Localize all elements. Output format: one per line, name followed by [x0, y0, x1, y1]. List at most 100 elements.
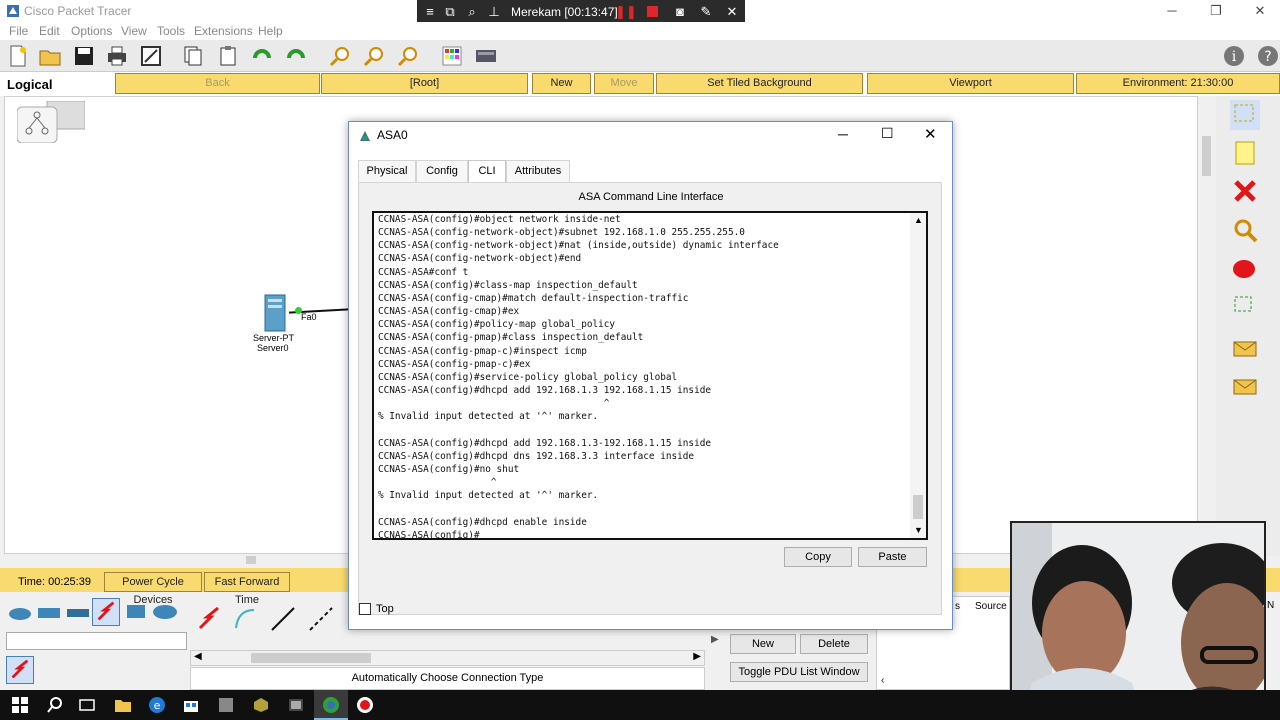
cluster-icon[interactable]	[17, 101, 85, 143]
dialog-close-button[interactable]: ✕	[924, 125, 937, 143]
camera-icon[interactable]: ◙	[671, 3, 689, 21]
resize-shape-icon[interactable]	[1230, 292, 1260, 322]
pdu-scroll-left-icon[interactable]: ‹	[881, 675, 884, 686]
pause-icon[interactable]: ❚❚	[615, 3, 637, 21]
expand-arrow-icon[interactable]: ▶	[711, 634, 719, 645]
viewport-button[interactable]: Viewport	[867, 73, 1074, 94]
dialog-minimize-button[interactable]: ─	[838, 126, 848, 142]
paste-button[interactable]: Paste	[858, 547, 927, 567]
add-simple-pdu-icon[interactable]	[1230, 334, 1260, 364]
menu-tools[interactable]: Tools	[157, 24, 185, 38]
menu-icon[interactable]: ≡	[421, 3, 439, 21]
app-icon-3[interactable]	[287, 696, 305, 714]
tab-attributes[interactable]: Attributes	[506, 160, 570, 182]
cli-scroll-thumb[interactable]	[913, 495, 923, 519]
app-icon-2[interactable]	[252, 696, 270, 714]
edge-browser-icon[interactable]: e	[148, 696, 166, 714]
info-icon[interactable]: i	[1222, 44, 1246, 68]
tab-physical[interactable]: Physical	[358, 160, 416, 182]
back-button[interactable]: Back	[115, 73, 320, 94]
close-button[interactable]: ✕	[1238, 0, 1280, 22]
stop-icon[interactable]	[643, 3, 661, 21]
window-icon[interactable]: ⧉	[441, 3, 459, 21]
cli-output[interactable]: CCNAS-ASA(config)#object network inside-…	[378, 213, 779, 538]
print-icon[interactable]	[105, 44, 129, 68]
workspace-vertical-scrollbar[interactable]	[1199, 96, 1214, 556]
store-icon[interactable]	[182, 696, 200, 714]
menu-options[interactable]: Options	[71, 24, 112, 38]
zoom-in-icon[interactable]	[328, 44, 352, 68]
toggle-pdu-list-button[interactable]: Toggle PDU List Window	[730, 662, 868, 682]
tab-cli[interactable]: CLI	[468, 160, 506, 183]
new-file-icon[interactable]	[6, 44, 30, 68]
activity-wizard-icon[interactable]	[139, 44, 163, 68]
connections-category-icon[interactable]	[92, 598, 120, 626]
dialog-maximize-button[interactable]: ☐	[881, 125, 894, 142]
power-cycle-button[interactable]: Power Cycle Devices	[104, 572, 202, 606]
note-icon[interactable]	[1230, 138, 1260, 168]
connection-scrollbar[interactable]: ◀ ▶	[190, 650, 705, 666]
maximize-button[interactable]: ❐	[1194, 0, 1238, 22]
main-toolbar: i ?	[0, 40, 1280, 72]
cli-scrollbar[interactable]: ▲ ▼	[910, 213, 926, 538]
crossover-cable-icon[interactable]	[306, 604, 336, 634]
scroll-down-icon[interactable]: ▼	[914, 525, 923, 535]
straight-through-cable-icon[interactable]	[268, 604, 298, 634]
new-cluster-button[interactable]: New Cluster	[532, 73, 591, 108]
copy-button[interactable]: Copy	[784, 547, 852, 567]
end-devices-category-icon[interactable]	[122, 600, 150, 624]
file-explorer-icon[interactable]	[114, 696, 132, 714]
pin-icon[interactable]: ⊥	[485, 3, 503, 21]
delete-scenario-button[interactable]: Delete	[800, 634, 868, 654]
close-icon[interactable]: ✕	[723, 3, 741, 21]
select-icon[interactable]	[1230, 100, 1260, 130]
console-cable-icon[interactable]	[230, 604, 260, 634]
pen-icon[interactable]: ✎	[697, 3, 715, 21]
environment-button[interactable]: Environment: 21:30:00	[1076, 73, 1280, 94]
search-icon[interactable]	[46, 696, 64, 714]
palette-icon[interactable]	[440, 44, 464, 68]
move-object-button[interactable]: Move Object	[594, 73, 654, 108]
open-folder-icon[interactable]	[38, 44, 62, 68]
switches-category-icon[interactable]	[35, 600, 63, 624]
paste-icon[interactable]	[216, 44, 240, 68]
top-checkbox[interactable]	[359, 603, 371, 615]
menu-view[interactable]: View	[121, 24, 147, 38]
menu-extensions[interactable]: Extensions	[194, 24, 253, 38]
auto-connection-icon[interactable]	[194, 604, 224, 634]
server-icon[interactable]	[261, 293, 291, 335]
redo-icon[interactable]	[284, 44, 308, 68]
root-button[interactable]: [Root]	[321, 73, 528, 94]
hubs-category-icon[interactable]	[64, 600, 92, 624]
packet-tracer-taskbar-item[interactable]	[314, 690, 348, 720]
undo-icon[interactable]	[250, 44, 274, 68]
delete-icon[interactable]	[1230, 176, 1260, 206]
device-search-field[interactable]	[6, 632, 187, 650]
routers-category-icon[interactable]	[6, 600, 34, 624]
menu-file[interactable]: File	[9, 24, 28, 38]
scroll-up-icon[interactable]: ▲	[914, 215, 923, 225]
copy-icon[interactable]	[181, 44, 205, 68]
help-icon[interactable]: ?	[1256, 44, 1280, 68]
wan-emulation-category-icon[interactable]	[151, 600, 179, 624]
menu-edit[interactable]: Edit	[39, 24, 60, 38]
fast-forward-button[interactable]: Fast Forward Time	[204, 572, 290, 606]
app-icon-1[interactable]	[217, 696, 235, 714]
custom-device-icon[interactable]	[474, 44, 498, 68]
inspect-icon[interactable]	[1230, 216, 1260, 246]
task-view-icon[interactable]	[78, 696, 96, 714]
draw-ellipse-icon[interactable]	[1230, 254, 1260, 284]
new-scenario-button[interactable]: New	[730, 634, 796, 654]
windows-start-icon[interactable]	[11, 696, 29, 714]
set-tiled-background-button[interactable]: Set Tiled Background	[656, 73, 863, 94]
menu-help[interactable]: Help	[258, 24, 283, 38]
minimize-button[interactable]: ─	[1150, 0, 1194, 22]
add-complex-pdu-icon[interactable]	[1230, 372, 1260, 402]
zoom-out-icon[interactable]	[396, 44, 420, 68]
screen-recorder-taskbar-icon[interactable]	[356, 696, 374, 714]
search-icon[interactable]: ⌕	[463, 3, 481, 21]
zoom-reset-icon[interactable]	[362, 44, 386, 68]
save-icon[interactable]	[72, 44, 96, 68]
cli-console[interactable]: CCNAS-ASA(config)#object network inside-…	[372, 211, 928, 540]
tab-config[interactable]: Config	[416, 160, 468, 182]
